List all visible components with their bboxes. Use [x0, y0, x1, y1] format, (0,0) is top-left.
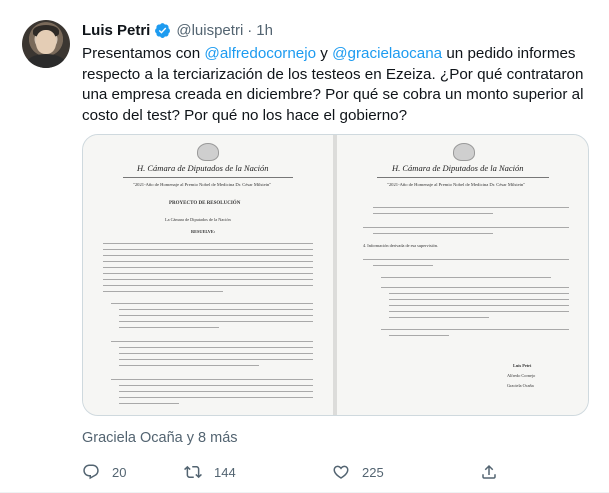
text-line	[381, 277, 551, 278]
text-line	[103, 285, 313, 286]
signer-2: Alfredo Cornejo	[507, 373, 536, 378]
doc-item-4: 4. Información derivada de esa supervisi…	[363, 243, 439, 248]
text-line	[111, 341, 313, 342]
share-icon	[482, 464, 496, 479]
doc-title: H. Cámara de Diputados de la Nación	[137, 163, 269, 173]
text-line	[103, 243, 313, 244]
coat-of-arms-icon	[453, 143, 475, 161]
text-line	[119, 309, 313, 310]
retweet-button[interactable]: 144	[184, 458, 236, 486]
mention-link[interactable]: @gracielaocana	[332, 45, 442, 62]
like-count: 225	[362, 464, 384, 480]
text-line	[103, 273, 313, 274]
text-line	[119, 321, 313, 322]
text-line	[381, 287, 569, 288]
text-line	[363, 227, 569, 228]
text-line	[119, 315, 313, 316]
reactions-summary[interactable]: Graciela Ocaña y 8 más	[82, 430, 238, 446]
text-line	[103, 255, 313, 256]
text-line	[119, 391, 313, 392]
text-line	[119, 403, 179, 404]
like-button[interactable]: 225	[332, 458, 384, 486]
document-page-right: H. Cámara de Diputados de la Nación "202…	[337, 135, 588, 415]
tweet[interactable]: Luis Petri @luispetri · 1h Presentamos c…	[0, 0, 609, 493]
avatar-body	[26, 54, 66, 68]
doc-year-note: "2021-Año de Homenaje al Premio Nobel de…	[133, 182, 272, 187]
text-line	[119, 365, 259, 366]
text-line	[389, 299, 569, 300]
text-line	[389, 317, 489, 318]
text-line	[119, 347, 313, 348]
text-line	[389, 305, 569, 306]
tweet-header: Luis Petri @luispetri · 1h	[82, 19, 273, 41]
text-line	[363, 259, 569, 260]
text-line	[111, 379, 313, 380]
text-line	[389, 293, 569, 294]
retweet-icon	[184, 465, 202, 479]
heart-icon	[333, 465, 349, 479]
text-line	[119, 359, 313, 360]
coat-of-arms-icon	[197, 143, 219, 161]
text-line	[103, 267, 313, 268]
text-line	[103, 279, 313, 280]
text-line	[111, 303, 313, 304]
action-bar: 20 144 225	[82, 458, 582, 486]
avatar-face	[36, 30, 56, 54]
tweet-text-part: Presentamos con	[82, 45, 205, 62]
tweet-timestamp[interactable]: 1h	[256, 22, 273, 39]
text-line	[103, 261, 313, 262]
tweet-text-part: y	[316, 45, 333, 62]
share-button[interactable]	[480, 458, 498, 486]
doc-rule	[123, 177, 293, 178]
tweet-text: Presentamos con @alfredocornejo y @graci…	[82, 44, 587, 126]
media-image[interactable]: H. Cámara de Diputados de la Nación "202…	[82, 134, 589, 416]
text-line	[119, 397, 313, 398]
author-name[interactable]: Luis Petri	[82, 22, 150, 39]
document-page-left: H. Cámara de Diputados de la Nación "202…	[83, 135, 333, 415]
text-line	[119, 353, 313, 354]
doc-intro: La Cámara de Diputados de la Nación	[165, 217, 231, 222]
text-line	[373, 265, 433, 266]
doc-rule	[377, 177, 549, 178]
reply-button[interactable]: 20	[82, 458, 126, 486]
signer-3: Graciela Ocaña	[507, 383, 534, 388]
text-line	[389, 335, 449, 336]
text-line	[119, 385, 313, 386]
retweet-count: 144	[214, 464, 236, 480]
doc-resuelve: RESUELVE:	[191, 229, 216, 234]
text-line	[103, 291, 223, 292]
doc-title: H. Cámara de Diputados de la Nación	[392, 163, 524, 173]
signer-1: Luis Petri	[513, 363, 532, 368]
doc-heading: PROYECTO DE RESOLUCIÓN	[169, 201, 241, 206]
text-line	[119, 327, 219, 328]
avatar[interactable]	[22, 20, 70, 68]
verified-badge-icon	[154, 22, 171, 39]
author-handle[interactable]: @luispetri	[176, 22, 243, 39]
reply-icon	[83, 464, 99, 480]
separator-dot: ·	[247, 21, 253, 39]
text-line	[389, 311, 569, 312]
reply-count: 20	[112, 464, 127, 480]
text-line	[381, 329, 569, 330]
doc-year-note: "2021-Año de Homenaje al Premio Nobel de…	[387, 182, 526, 187]
mention-link[interactable]: @alfredocornejo	[204, 45, 316, 62]
text-line	[373, 233, 493, 234]
text-line	[373, 213, 493, 214]
text-line	[103, 249, 313, 250]
text-line	[373, 207, 569, 208]
